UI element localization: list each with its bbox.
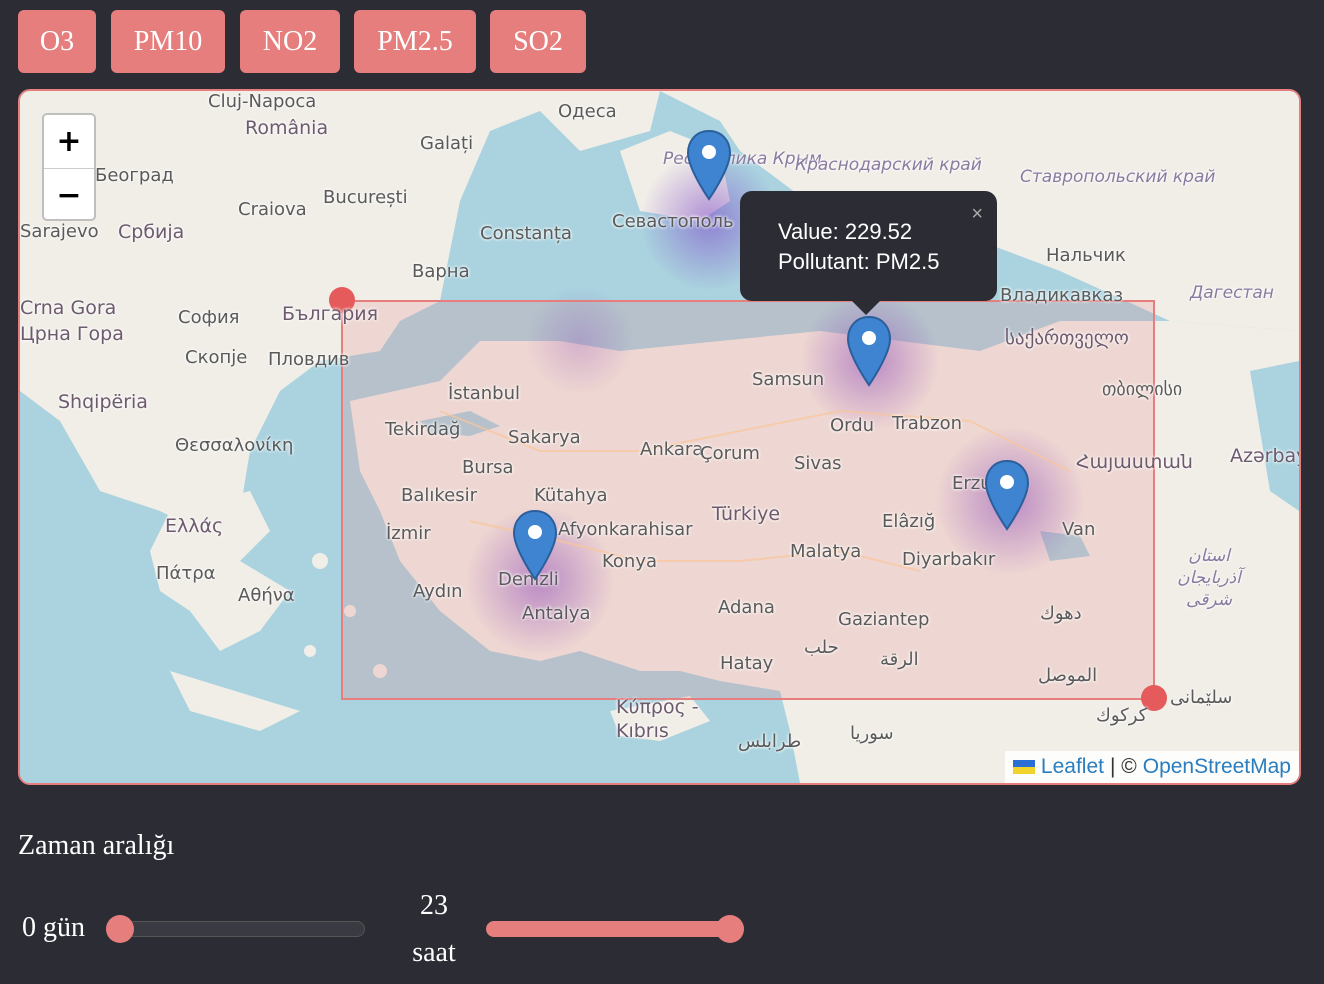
map-label: Sarajevo [20, 221, 99, 242]
map-label: Constanța [480, 223, 572, 244]
hour-slider-thumb[interactable] [716, 915, 744, 943]
popup-tip [851, 300, 881, 315]
map-label: الموصل [1038, 665, 1098, 686]
map-attribution: Leaflet | © OpenStreetMap [1004, 751, 1299, 783]
map-label: Afyonkarahisar [558, 519, 693, 540]
map-label: Θεσσαλονίκη [175, 435, 294, 456]
map-label: استان آذربایجان شرقی [1177, 546, 1241, 610]
map-label: Ελλάς [165, 515, 224, 537]
map-label: საქართველო [1005, 327, 1129, 349]
marker-popup: Value: 229.52 Pollutant: PM2.5 × [740, 191, 997, 315]
map-label: دهوك [1040, 603, 1082, 624]
map-label: Aydın [413, 581, 463, 602]
map-label: Türkiye [712, 503, 781, 525]
map-label: Antalya [522, 603, 591, 624]
map-label: Дагестан [1190, 283, 1274, 303]
map-label: Ordu [830, 415, 875, 436]
map-label: Galați [420, 133, 474, 154]
map-label: Скопје [185, 347, 248, 368]
map-label: سلێمانی [1170, 687, 1233, 708]
map-label: الرقة [880, 649, 919, 670]
day-slider-track[interactable] [106, 921, 365, 937]
map-label: Malatya [790, 541, 862, 562]
pollutant-button-o3[interactable]: O3 [18, 10, 96, 73]
map-label: Ankara [640, 439, 704, 460]
map-label: Севастополь [612, 211, 734, 232]
map-label: Adana [718, 597, 775, 618]
map-label: سوريا [850, 723, 894, 744]
map-label: Владикавказ [1000, 285, 1124, 306]
map-label: Κύπρος - Kıbrıs [616, 696, 699, 742]
map-label: Gaziantep [838, 609, 930, 630]
map-label: Samsun [752, 369, 825, 390]
map-label: İzmir [386, 523, 431, 544]
map-label: طرابلس [738, 731, 802, 752]
attribution-separator: | © [1109, 755, 1137, 778]
map-label: Հայաստան [1076, 451, 1193, 473]
hour-unit: saat [412, 937, 456, 968]
map-label: Azərbaycan [1230, 445, 1299, 467]
map-label: Одеса [558, 101, 617, 122]
map-label: Sakarya [508, 427, 581, 448]
map-label: Пловдив [268, 349, 350, 370]
map-label: Πάτρα [156, 563, 216, 584]
map-label: Diyarbakır [902, 549, 996, 570]
map-label: София [178, 307, 240, 328]
map-label: Tekirdağ [385, 419, 461, 440]
map-label: Trabzon [892, 413, 963, 434]
map-label: Ставропольский край [1020, 167, 1216, 187]
map-label: Çorum [700, 443, 760, 464]
leaflet-link[interactable]: Leaflet [1041, 755, 1104, 779]
map-label: Београд [95, 165, 174, 186]
map-label: Србија [118, 221, 185, 243]
map-label: თბილისი [1102, 379, 1183, 400]
pollutant-button-no2[interactable]: NO2 [240, 10, 340, 73]
day-slider-thumb[interactable] [106, 915, 134, 943]
map-marker-icon[interactable] [846, 315, 892, 387]
map-label: România [245, 117, 329, 139]
time-range-title: Zaman aralığı [18, 830, 175, 861]
popup-pollutant: Pollutant: PM2.5 [778, 249, 940, 274]
popup-value: Value: 229.52 [778, 219, 913, 244]
osm-link[interactable]: OpenStreetMap [1143, 755, 1291, 779]
map-label: Elâzığ [882, 511, 936, 532]
map-label: Kütahya [534, 485, 608, 506]
map-label: Craiova [238, 199, 307, 220]
popup-close-icon[interactable]: × [971, 199, 983, 229]
map-label: Crna Gora [20, 297, 117, 319]
map-label: Црна Гора [20, 323, 124, 345]
zoom-out-button[interactable]: − [44, 169, 94, 222]
hour-value: 23 [420, 890, 448, 921]
zoom-control: + − [42, 113, 96, 221]
map-label: Αθήνα [238, 585, 295, 606]
map-label: Konya [602, 551, 658, 572]
map-label: Краснодарский край [795, 155, 982, 175]
zoom-in-button[interactable]: + [44, 115, 94, 169]
map-label: Shqipëria [58, 391, 148, 413]
map-label: Cluj-Napoca [208, 91, 317, 112]
map-label: حلب [804, 637, 839, 658]
day-slider-label: 0 gün [22, 912, 85, 943]
map-label: България [282, 303, 379, 325]
map-label: Hatay [720, 653, 774, 674]
map-label: كركوك [1096, 705, 1148, 726]
map-label: București [323, 187, 408, 208]
map-label: İstanbul [448, 383, 521, 404]
map-container[interactable]: Cluj-Napoca România Одеса Galați Београд… [18, 89, 1301, 785]
pollutant-button-pm10[interactable]: PM10 [111, 10, 225, 73]
map-marker-icon[interactable] [686, 129, 732, 201]
map-marker-icon[interactable] [984, 459, 1030, 531]
map-label: Bursa [462, 457, 514, 478]
map-label: Van [1062, 519, 1096, 540]
map-label: Sivas [794, 453, 842, 474]
pollutant-button-so2[interactable]: SO2 [490, 10, 586, 73]
hour-slider-track[interactable] [486, 921, 744, 937]
map-marker-icon[interactable] [512, 509, 558, 581]
pollutant-button-pm25[interactable]: PM2.5 [354, 10, 476, 73]
map-label: Нальчик [1046, 245, 1126, 266]
ukraine-flag-icon [1012, 760, 1035, 774]
map-label: Balıkesir [401, 485, 478, 506]
hour-slider-label: 23 saat [410, 890, 458, 984]
map-label: Варна [412, 261, 470, 282]
